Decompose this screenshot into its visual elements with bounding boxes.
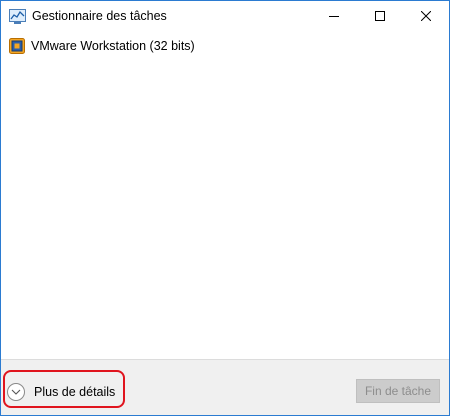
footer: Plus de détails Fin de tâche <box>1 359 449 415</box>
app-list-item[interactable]: VMware Workstation (32 bits) <box>7 36 307 56</box>
maximize-icon <box>375 10 385 24</box>
maximize-button[interactable] <box>357 1 403 32</box>
end-task-button[interactable]: Fin de tâche <box>356 379 440 403</box>
vmware-icon <box>9 38 25 54</box>
more-details-button[interactable]: Plus de détails <box>7 381 117 403</box>
task-manager-window: Gestionnaire des tâches VMware Workstati… <box>0 0 450 416</box>
chevron-down-icon <box>7 383 25 401</box>
minimize-button[interactable] <box>311 1 357 32</box>
title-bar[interactable]: Gestionnaire des tâches <box>1 1 449 32</box>
window-title: Gestionnaire des tâches <box>32 9 167 23</box>
more-details-label: Plus de détails <box>34 385 116 399</box>
app-label: VMware Workstation (32 bits) <box>31 39 195 53</box>
close-icon <box>420 10 432 24</box>
app-list: VMware Workstation (32 bits) <box>1 32 449 359</box>
close-button[interactable] <box>403 1 449 32</box>
task-manager-icon <box>9 8 26 25</box>
minimize-icon <box>329 10 339 24</box>
